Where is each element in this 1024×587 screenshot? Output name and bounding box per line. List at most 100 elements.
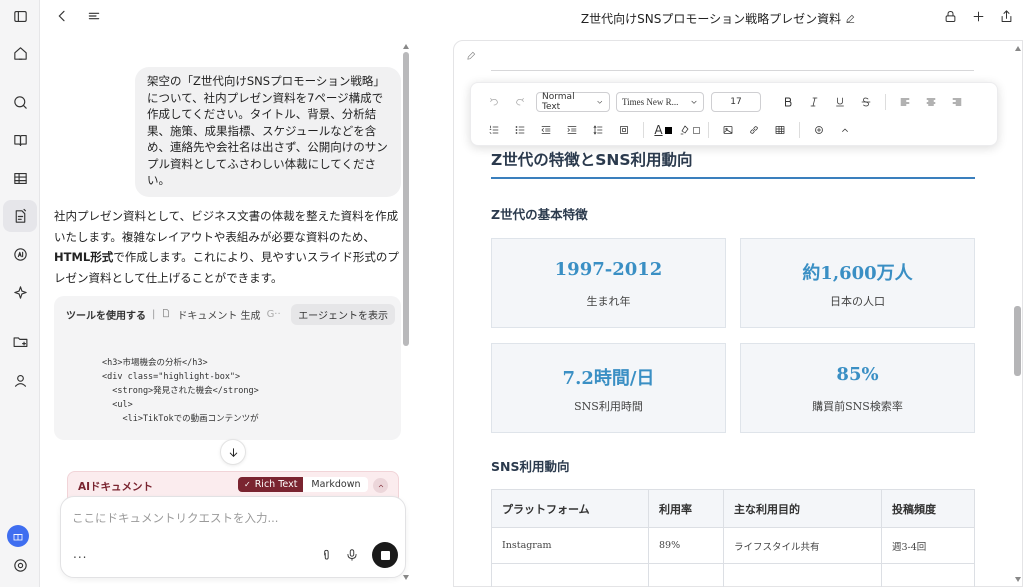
- code-line: <strong>発見された機会</strong>: [102, 386, 259, 396]
- scroll-down-arrow[interactable]: [403, 575, 409, 580]
- insert-element-icon[interactable]: [806, 119, 832, 141]
- add-icon[interactable]: [971, 9, 986, 27]
- menu-icon[interactable]: [86, 8, 102, 27]
- code-line: <h3>市場機会の分析</h3>: [102, 358, 208, 368]
- chevron-down-icon: [691, 100, 697, 104]
- underline-icon[interactable]: [827, 91, 853, 113]
- attach-icon[interactable]: [320, 548, 334, 565]
- link-icon[interactable]: [741, 119, 767, 141]
- image-icon[interactable]: [715, 119, 741, 141]
- tool-card-title: ツールを使用する: [66, 311, 146, 322]
- collapse-toolbar-icon[interactable]: [832, 119, 858, 141]
- gift-icon[interactable]: [7, 525, 29, 547]
- table-cell: ライフスタイル共有: [723, 527, 882, 564]
- code-line: <li>TikTokでの動画コンテンツが: [102, 414, 259, 424]
- highlight-color-icon[interactable]: [676, 119, 702, 141]
- document-icon: [161, 308, 171, 321]
- profile-icon[interactable]: [3, 364, 37, 396]
- tool-card-separator: |: [152, 309, 156, 320]
- tool-card-truncated: G··: [266, 309, 281, 320]
- font-size-input[interactable]: 17: [711, 92, 761, 112]
- rich-text-option[interactable]: ✓ Rich Text: [238, 477, 304, 492]
- scroll-up-arrow[interactable]: [403, 44, 409, 49]
- toolbar-separator: [708, 122, 709, 138]
- edit-pencil-icon[interactable]: [841, 12, 856, 26]
- strikethrough-icon[interactable]: [853, 91, 879, 113]
- stat-label: 購買前SNS検索率: [812, 400, 903, 413]
- scrollbar-thumb[interactable]: [1014, 306, 1021, 376]
- document-edit-icon[interactable]: [466, 50, 477, 64]
- block-icon[interactable]: [611, 119, 637, 141]
- line-height-icon[interactable]: [585, 119, 611, 141]
- sparkle-icon[interactable]: [3, 276, 37, 308]
- scrollbar-thumb[interactable]: [403, 52, 409, 346]
- tool-usage-card: ツールを使用する | ドキュメント 生成 G·· エージェントを表示 <h3>市…: [54, 296, 401, 440]
- tool-card-header: ツールを使用する | ドキュメント 生成 G·· エージェントを表示: [66, 304, 395, 325]
- highlight-color-swatch: [692, 126, 700, 134]
- redo-icon[interactable]: [507, 91, 533, 113]
- align-left-icon[interactable]: [892, 91, 918, 113]
- bold-icon[interactable]: [775, 91, 801, 113]
- home-icon[interactable]: [3, 37, 37, 69]
- scroll-down-arrow[interactable]: [1015, 577, 1021, 582]
- paragraph-style-select[interactable]: Normal Text: [536, 92, 610, 112]
- align-center-icon[interactable]: [918, 91, 944, 113]
- document-scrollbar[interactable]: [1012, 44, 1022, 584]
- page-divider: [491, 70, 974, 71]
- paragraph-style-value: Normal Text: [542, 92, 575, 112]
- sns-usage-table: プラットフォーム 利用率 主な利用目的 投稿頻度 Instagram 89% ラ…: [491, 489, 975, 587]
- table-cell: [648, 563, 724, 587]
- bullet-list-icon[interactable]: [507, 119, 533, 141]
- scroll-down-button[interactable]: [220, 439, 246, 465]
- stop-generation-button[interactable]: [372, 542, 398, 568]
- numbered-list-icon[interactable]: [481, 119, 507, 141]
- document-title[interactable]: Z世代向けSNSプロモーション戦略プレゼン資料: [581, 12, 841, 26]
- chat-scrollbar[interactable]: [403, 44, 409, 580]
- table-icon[interactable]: [3, 162, 37, 194]
- search-chat-icon[interactable]: [3, 86, 37, 118]
- ai-document-icon[interactable]: [3, 200, 37, 232]
- code-preview: <h3>市場機会の分析</h3> <div class="highlight-bo…: [102, 356, 259, 426]
- share-icon[interactable]: [999, 9, 1014, 27]
- composer-placeholder[interactable]: ここにドキュメントリクエストを入力...: [72, 510, 278, 526]
- show-agent-button[interactable]: エージェントを表示: [291, 304, 395, 325]
- table-cell: 週3-4回: [881, 527, 975, 564]
- scroll-up-arrow[interactable]: [1015, 46, 1021, 51]
- font-family-select[interactable]: Times New R...: [616, 92, 704, 112]
- microphone-icon[interactable]: [345, 548, 359, 565]
- back-arrow-icon[interactable]: [54, 8, 70, 27]
- lock-icon[interactable]: [943, 9, 958, 27]
- markdown-option[interactable]: Markdown: [303, 477, 369, 492]
- undo-icon[interactable]: [481, 91, 507, 113]
- font-family-value: Times New R...: [622, 97, 679, 107]
- outdent-icon[interactable]: [533, 119, 559, 141]
- align-right-icon[interactable]: [944, 91, 970, 113]
- rich-text-label: Rich Text: [254, 479, 298, 490]
- document-actions: [943, 9, 1014, 27]
- chevron-up-icon[interactable]: [373, 478, 388, 493]
- more-options-button[interactable]: ...: [73, 547, 87, 561]
- toolbar-separator: [799, 122, 800, 138]
- section-heading-rule: [491, 177, 975, 179]
- stat-label: SNS利用時間: [574, 400, 643, 413]
- message-composer[interactable]: ここにドキュメントリクエストを入力... ...: [60, 496, 406, 578]
- book-icon[interactable]: [3, 124, 37, 156]
- formatting-toolbar: Normal Text Times New R... 17 A: [470, 82, 998, 146]
- table-cell: Instagram: [491, 527, 649, 564]
- settings-icon[interactable]: [3, 549, 37, 581]
- table-header-cell: 投稿頻度: [881, 489, 975, 528]
- indent-icon[interactable]: [559, 119, 585, 141]
- italic-icon[interactable]: [801, 91, 827, 113]
- stat-card: 7.2時間/日 SNS利用時間: [491, 343, 726, 433]
- table-insert-icon[interactable]: [767, 119, 793, 141]
- ai-chat-icon[interactable]: [3, 238, 37, 270]
- stat-value: 1997-2012: [554, 259, 663, 280]
- table-header-cell: プラットフォーム: [491, 489, 649, 528]
- ai-document-label: AIドキュメント: [78, 481, 154, 493]
- folder-add-icon[interactable]: [3, 325, 37, 357]
- sidebar-toggle-icon[interactable]: [3, 0, 37, 32]
- table-cell: [723, 563, 882, 587]
- text-color-icon[interactable]: A: [650, 119, 676, 141]
- table-row: Instagram 89% ライフスタイル共有 週3-4回: [491, 527, 975, 564]
- stop-icon: [380, 550, 390, 560]
